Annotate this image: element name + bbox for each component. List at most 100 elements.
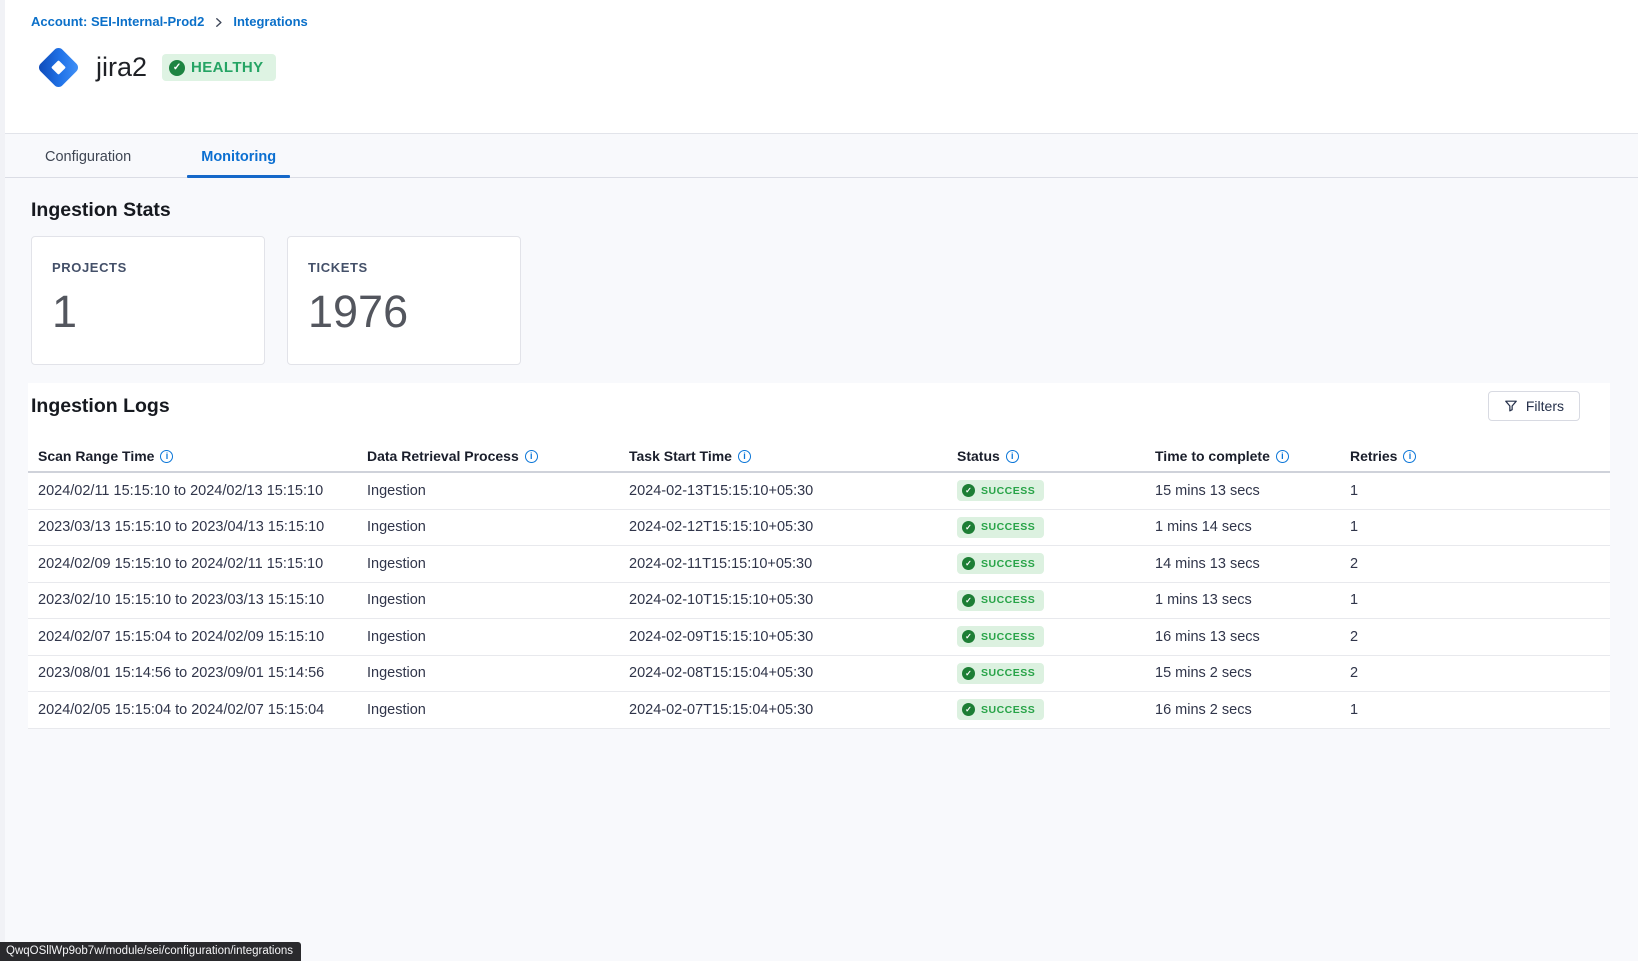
cell-data-retrieval-process: Ingestion [367, 702, 629, 718]
filters-button-label: Filters [1526, 398, 1564, 414]
stat-label: PROJECTS [52, 260, 244, 275]
ingestion-stats-heading: Ingestion Stats [31, 199, 1607, 222]
cell-status: ✓ SUCCESS [957, 663, 1155, 684]
column-header-data-retrieval-process: Data Retrieval Processi [367, 448, 629, 464]
window-left-edge [0, 0, 5, 961]
column-label: Retries [1350, 448, 1397, 464]
cell-scan-range-time: 2023/03/13 15:15:10 to 2023/04/13 15:15:… [38, 519, 367, 535]
check-circle-icon: ✓ [962, 630, 975, 643]
column-header-scan-range-time: Scan Range Time i [38, 448, 367, 464]
cell-retries: 1 [1350, 483, 1610, 499]
ingestion-logs-header: Ingestion Logs Filters [28, 383, 1610, 431]
check-circle-icon: ✓ [962, 703, 975, 716]
cell-scan-range-time: 2024/02/11 15:15:10 to 2024/02/13 15:15:… [38, 483, 367, 499]
check-circle-icon: ✓ [962, 484, 975, 497]
breadcrumb-integrations-link[interactable]: Integrations [233, 14, 307, 29]
cell-status: ✓ SUCCESS [957, 553, 1155, 574]
table-row: 2024/02/11 15:15:10 to 2024/02/13 15:15:… [28, 473, 1610, 510]
page-header: Account: SEI-Internal-Prod2 Integrations… [0, 0, 1638, 134]
cell-status: ✓ SUCCESS [957, 517, 1155, 538]
column-header-retries: Retries i [1350, 448, 1610, 464]
status-badge: ✓ SUCCESS [957, 699, 1044, 720]
integration-title-row: jira2 ✓ HEALTHY [31, 40, 1607, 95]
check-circle-icon: ✓ [962, 594, 975, 607]
column-header-task-start-time: Task Start Timei [629, 448, 957, 464]
cell-data-retrieval-process: Ingestion [367, 483, 629, 499]
chevron-right-icon [213, 17, 224, 28]
cell-time-to-complete: 16 mins 2 secs [1155, 702, 1350, 718]
cell-status: ✓ SUCCESS [957, 626, 1155, 647]
cell-time-to-complete: 1 mins 14 secs [1155, 519, 1350, 535]
status-badge: ✓ SUCCESS [957, 626, 1044, 647]
cell-retries: 1 [1350, 702, 1610, 718]
cell-task-start-time: 2024-02-09T15:15:10+05:30 [629, 629, 957, 645]
check-circle-icon: ✓ [169, 60, 185, 76]
stat-card-projects: PROJECTS 1 [31, 236, 265, 365]
info-icon[interactable]: i [738, 450, 751, 463]
tab-bar: Configuration Monitoring [0, 134, 1638, 178]
cell-scan-range-time: 2024/02/05 15:15:04 to 2024/02/07 15:15:… [38, 702, 367, 718]
table-row: 2024/02/07 15:15:04 to 2024/02/09 15:15:… [28, 619, 1610, 656]
cell-status: ✓ SUCCESS [957, 480, 1155, 501]
cell-task-start-time: 2024-02-13T15:15:10+05:30 [629, 483, 957, 499]
table-row: 2024/02/09 15:15:10 to 2024/02/11 15:15:… [28, 546, 1610, 583]
logs-table-header: Scan Range TimeiData Retrieval ProcessiT… [28, 441, 1610, 473]
cell-scan-range-time: 2024/02/09 15:15:10 to 2024/02/11 15:15:… [38, 556, 367, 572]
column-header-status: Statusi [957, 448, 1155, 464]
column-label: Scan Range Time [38, 448, 154, 464]
stat-value: 1 [52, 289, 244, 334]
cell-retries: 2 [1350, 665, 1610, 681]
check-circle-icon: ✓ [962, 667, 975, 680]
breadcrumb-account-link[interactable]: Account: SEI-Internal-Prod2 [31, 14, 204, 29]
check-circle-icon: ✓ [962, 557, 975, 570]
cell-data-retrieval-process: Ingestion [367, 556, 629, 572]
table-row: 2024/02/05 15:15:04 to 2024/02/07 15:15:… [28, 692, 1610, 729]
ingestion-logs-table: Scan Range TimeiData Retrieval ProcessiT… [28, 441, 1610, 729]
cell-status: ✓ SUCCESS [957, 590, 1155, 611]
logs-table-body: 2024/02/11 15:15:10 to 2024/02/13 15:15:… [28, 473, 1610, 729]
stat-card-tickets: TICKETS 1976 [287, 236, 521, 365]
status-badge: ✓ SUCCESS [957, 663, 1044, 684]
column-header-time-to-complete: Time to complete i [1155, 448, 1350, 464]
cell-retries: 1 [1350, 519, 1610, 535]
cell-task-start-time: 2024-02-08T15:15:04+05:30 [629, 665, 957, 681]
filter-funnel-icon [1504, 399, 1518, 413]
info-icon[interactable]: i [160, 450, 173, 463]
ingestion-logs-heading: Ingestion Logs [31, 395, 170, 418]
check-circle-icon: ✓ [962, 521, 975, 534]
cell-time-to-complete: 14 mins 13 secs [1155, 556, 1350, 572]
cell-time-to-complete: 1 mins 13 secs [1155, 592, 1350, 608]
cell-task-start-time: 2024-02-07T15:15:04+05:30 [629, 702, 957, 718]
cell-task-start-time: 2024-02-12T15:15:10+05:30 [629, 519, 957, 535]
ingestion-logs-panel: Ingestion Logs Filters Scan Range TimeiD… [28, 383, 1610, 729]
info-icon[interactable]: i [1276, 450, 1289, 463]
info-icon[interactable]: i [1403, 450, 1416, 463]
cell-retries: 1 [1350, 592, 1610, 608]
cell-time-to-complete: 15 mins 2 secs [1155, 665, 1350, 681]
cell-scan-range-time: 2024/02/07 15:15:04 to 2024/02/09 15:15:… [38, 629, 367, 645]
status-badge: ✓ SUCCESS [957, 590, 1044, 611]
cell-retries: 2 [1350, 556, 1610, 572]
status-badge: ✓ SUCCESS [957, 480, 1044, 501]
filters-button[interactable]: Filters [1488, 391, 1580, 421]
cell-scan-range-time: 2023/08/01 15:14:56 to 2023/09/01 15:14:… [38, 665, 367, 681]
stat-value: 1976 [308, 289, 500, 334]
column-label: Time to complete [1155, 448, 1270, 464]
status-badge: ✓ SUCCESS [957, 517, 1044, 538]
cell-task-start-time: 2024-02-10T15:15:10+05:30 [629, 592, 957, 608]
cell-scan-range-time: 2023/02/10 15:15:10 to 2023/03/13 15:15:… [38, 592, 367, 608]
cell-retries: 2 [1350, 629, 1610, 645]
table-row: 2023/02/10 15:15:10 to 2023/03/13 15:15:… [28, 583, 1610, 620]
cell-data-retrieval-process: Ingestion [367, 665, 629, 681]
cell-time-to-complete: 16 mins 13 secs [1155, 629, 1350, 645]
link-preview-status-bar: QwqOSllWp9ob7w/module/sei/configuration/… [0, 942, 301, 961]
tab-configuration[interactable]: Configuration [31, 141, 145, 177]
cell-time-to-complete: 15 mins 13 secs [1155, 483, 1350, 499]
jira-logo-icon [31, 40, 86, 95]
cell-data-retrieval-process: Ingestion [367, 592, 629, 608]
info-icon[interactable]: i [1006, 450, 1019, 463]
health-status-badge: ✓ HEALTHY [162, 54, 276, 81]
stats-cards-row: PROJECTS 1 TICKETS 1976 [31, 236, 1607, 365]
info-icon[interactable]: i [525, 450, 538, 463]
tab-monitoring[interactable]: Monitoring [187, 141, 290, 177]
